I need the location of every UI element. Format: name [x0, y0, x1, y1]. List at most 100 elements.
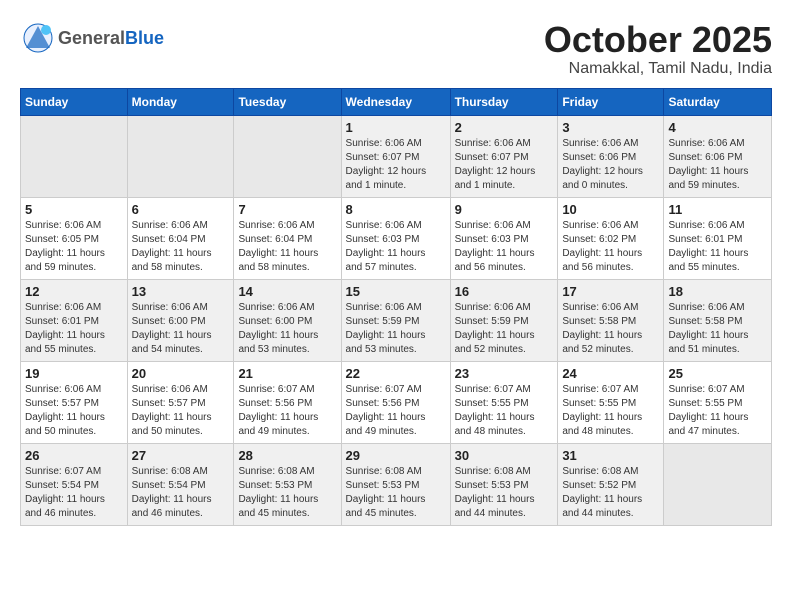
- day-number: 25: [668, 366, 767, 381]
- day-number: 28: [238, 448, 336, 463]
- day-detail: Sunrise: 6:06 AM Sunset: 5:59 PM Dayligh…: [455, 301, 554, 357]
- day-number: 27: [132, 448, 230, 463]
- calendar-day-cell: 22Sunrise: 6:07 AM Sunset: 5:56 PM Dayli…: [341, 361, 450, 443]
- calendar-day-cell: 20Sunrise: 6:06 AM Sunset: 5:57 PM Dayli…: [127, 361, 234, 443]
- day-number: 3: [562, 120, 659, 135]
- day-number: 7: [238, 202, 336, 217]
- day-number: 18: [668, 284, 767, 299]
- calendar-day-cell: 19 Sunrise: 6:06 AM Sunset: 5:57 PM Dayli…: [21, 361, 128, 443]
- calendar-day-cell: 26Sunrise: 6:07 AM Sunset: 5:54 PM Dayli…: [21, 443, 128, 525]
- calendar-day-cell: [234, 115, 341, 197]
- calendar-day-cell: 9 Sunrise: 6:06 AM Sunset: 6:03 PM Daylig…: [450, 197, 558, 279]
- calendar-day-cell: 21 Sunrise: 6:07 AM Sunset: 5:56 PM Dayli…: [234, 361, 341, 443]
- title-block: October 2025 Namakkal, Tamil Nadu, India: [544, 20, 772, 78]
- page-header: GeneralBlue October 2025 Namakkal, Tamil…: [20, 20, 772, 78]
- day-detail: Sunrise: 6:06 AM Sunset: 6:06 PM Dayligh…: [668, 137, 767, 193]
- calendar-week-row: 26Sunrise: 6:07 AM Sunset: 5:54 PM Dayli…: [21, 443, 772, 525]
- day-detail: Sunrise: 6:08 AM Sunset: 5:53 PM Dayligh…: [346, 465, 446, 521]
- day-number: 29: [346, 448, 446, 463]
- calendar-day-cell: 3 Sunrise: 6:06 AM Sunset: 6:06 PM Daylig…: [558, 115, 664, 197]
- calendar-day-cell: 24 Sunrise: 6:07 AM Sunset: 5:55 PM Dayli…: [558, 361, 664, 443]
- day-detail: Sunrise: 6:07 AM Sunset: 5:55 PM Dayligh…: [562, 383, 659, 439]
- day-detail: Sunrise: 6:07 AM Sunset: 5:55 PM Dayligh…: [455, 383, 554, 439]
- day-detail: Sunrise: 6:08 AM Sunset: 5:53 PM Dayligh…: [238, 465, 336, 521]
- day-number: 9: [455, 202, 554, 217]
- day-detail: Sunrise: 6:08 AM Sunset: 5:53 PM Dayligh…: [455, 465, 554, 521]
- location-subtitle: Namakkal, Tamil Nadu, India: [544, 60, 772, 78]
- day-detail: Sunrise: 6:06 AM Sunset: 6:06 PM Dayligh…: [562, 137, 659, 193]
- calendar-day-cell: 18 Sunrise: 6:06 AM Sunset: 5:58 PM Dayli…: [664, 279, 772, 361]
- day-detail: Sunrise: 6:06 AM Sunset: 6:07 PM Dayligh…: [346, 137, 446, 193]
- calendar-day-cell: 4 Sunrise: 6:06 AM Sunset: 6:06 PM Daylig…: [664, 115, 772, 197]
- day-detail: Sunrise: 6:06 AM Sunset: 6:01 PM Dayligh…: [25, 301, 123, 357]
- calendar-day-cell: 14Sunrise: 6:06 AM Sunset: 6:00 PM Dayli…: [234, 279, 341, 361]
- day-detail: Sunrise: 6:06 AM Sunset: 6:00 PM Dayligh…: [132, 301, 230, 357]
- day-detail: Sunrise: 6:06 AM Sunset: 5:58 PM Dayligh…: [562, 301, 659, 357]
- calendar-day-cell: [664, 443, 772, 525]
- day-detail: Sunrise: 6:06 AM Sunset: 5:59 PM Dayligh…: [346, 301, 446, 357]
- logo-blue-text: Blue: [125, 28, 164, 48]
- day-detail: Sunrise: 6:06 AM Sunset: 5:57 PM Dayligh…: [132, 383, 230, 439]
- calendar-table: SundayMondayTuesdayWednesdayThursdayFrid…: [20, 88, 772, 526]
- day-number: 8: [346, 202, 446, 217]
- calendar-day-cell: 10 Sunrise: 6:06 AM Sunset: 6:02 PM Dayli…: [558, 197, 664, 279]
- calendar-week-row: 5Sunrise: 6:06 AM Sunset: 6:05 PM Daylig…: [21, 197, 772, 279]
- day-number: 26: [25, 448, 123, 463]
- day-detail: Sunrise: 6:06 AM Sunset: 6:04 PM Dayligh…: [238, 219, 336, 275]
- weekday-header: Sunday: [21, 88, 128, 115]
- calendar-day-cell: 12 Sunrise: 6:06 AM Sunset: 6:01 PM Dayli…: [21, 279, 128, 361]
- calendar-day-cell: 1 Sunrise: 6:06 AM Sunset: 6:07 PM Daylig…: [341, 115, 450, 197]
- day-number: 2: [455, 120, 554, 135]
- calendar-day-cell: 16Sunrise: 6:06 AM Sunset: 5:59 PM Dayli…: [450, 279, 558, 361]
- day-detail: Sunrise: 6:06 AM Sunset: 6:07 PM Dayligh…: [455, 137, 554, 193]
- calendar-day-cell: 15 Sunrise: 6:06 AM Sunset: 5:59 PM Dayli…: [341, 279, 450, 361]
- day-detail: Sunrise: 6:07 AM Sunset: 5:56 PM Dayligh…: [238, 383, 336, 439]
- day-number: 15: [346, 284, 446, 299]
- day-number: 1: [346, 120, 446, 135]
- calendar-day-cell: 11Sunrise: 6:06 AM Sunset: 6:01 PM Dayli…: [664, 197, 772, 279]
- day-number: 30: [455, 448, 554, 463]
- weekday-header: Monday: [127, 88, 234, 115]
- day-number: 13: [132, 284, 230, 299]
- calendar-day-cell: 7 Sunrise: 6:06 AM Sunset: 6:04 PM Daylig…: [234, 197, 341, 279]
- day-detail: Sunrise: 6:08 AM Sunset: 5:52 PM Dayligh…: [562, 465, 659, 521]
- calendar-header-row: SundayMondayTuesdayWednesdayThursdayFrid…: [21, 88, 772, 115]
- day-detail: Sunrise: 6:06 AM Sunset: 5:58 PM Dayligh…: [668, 301, 767, 357]
- weekday-header: Thursday: [450, 88, 558, 115]
- day-number: 24: [562, 366, 659, 381]
- day-detail: Sunrise: 6:06 AM Sunset: 6:03 PM Dayligh…: [346, 219, 446, 275]
- weekday-header: Tuesday: [234, 88, 341, 115]
- calendar-day-cell: 13 Sunrise: 6:06 AM Sunset: 6:00 PM Dayli…: [127, 279, 234, 361]
- calendar-day-cell: 23 Sunrise: 6:07 AM Sunset: 5:55 PM Dayli…: [450, 361, 558, 443]
- day-detail: Sunrise: 6:06 AM Sunset: 6:02 PM Dayligh…: [562, 219, 659, 275]
- day-number: 10: [562, 202, 659, 217]
- day-number: 4: [668, 120, 767, 135]
- logo-general-text: General: [58, 28, 125, 48]
- day-number: 11: [668, 202, 767, 217]
- day-number: 5: [25, 202, 123, 217]
- day-number: 23: [455, 366, 554, 381]
- calendar-day-cell: 30 Sunrise: 6:08 AM Sunset: 5:53 PM Dayli…: [450, 443, 558, 525]
- day-detail: Sunrise: 6:06 AM Sunset: 6:03 PM Dayligh…: [455, 219, 554, 275]
- day-detail: Sunrise: 6:07 AM Sunset: 5:56 PM Dayligh…: [346, 383, 446, 439]
- weekday-header: Friday: [558, 88, 664, 115]
- calendar-day-cell: 17Sunrise: 6:06 AM Sunset: 5:58 PM Dayli…: [558, 279, 664, 361]
- calendar-day-cell: 27Sunrise: 6:08 AM Sunset: 5:54 PM Dayli…: [127, 443, 234, 525]
- calendar-day-cell: 28 Sunrise: 6:08 AM Sunset: 5:53 PM Dayli…: [234, 443, 341, 525]
- day-number: 12: [25, 284, 123, 299]
- weekday-header: Saturday: [664, 88, 772, 115]
- day-number: 6: [132, 202, 230, 217]
- weekday-header: Wednesday: [341, 88, 450, 115]
- day-number: 21: [238, 366, 336, 381]
- logo: GeneralBlue: [20, 20, 164, 56]
- calendar-day-cell: 31Sunrise: 6:08 AM Sunset: 5:52 PM Dayli…: [558, 443, 664, 525]
- day-detail: Sunrise: 6:06 AM Sunset: 5:57 PM Dayligh…: [25, 383, 123, 439]
- calendar-day-cell: 6 Sunrise: 6:06 AM Sunset: 6:04 PM Daylig…: [127, 197, 234, 279]
- calendar-week-row: 12 Sunrise: 6:06 AM Sunset: 6:01 PM Dayli…: [21, 279, 772, 361]
- calendar-week-row: 1 Sunrise: 6:06 AM Sunset: 6:07 PM Daylig…: [21, 115, 772, 197]
- calendar-day-cell: [21, 115, 128, 197]
- day-detail: Sunrise: 6:06 AM Sunset: 6:04 PM Dayligh…: [132, 219, 230, 275]
- day-detail: Sunrise: 6:06 AM Sunset: 6:00 PM Dayligh…: [238, 301, 336, 357]
- calendar-day-cell: 5Sunrise: 6:06 AM Sunset: 6:05 PM Daylig…: [21, 197, 128, 279]
- day-number: 19: [25, 366, 123, 381]
